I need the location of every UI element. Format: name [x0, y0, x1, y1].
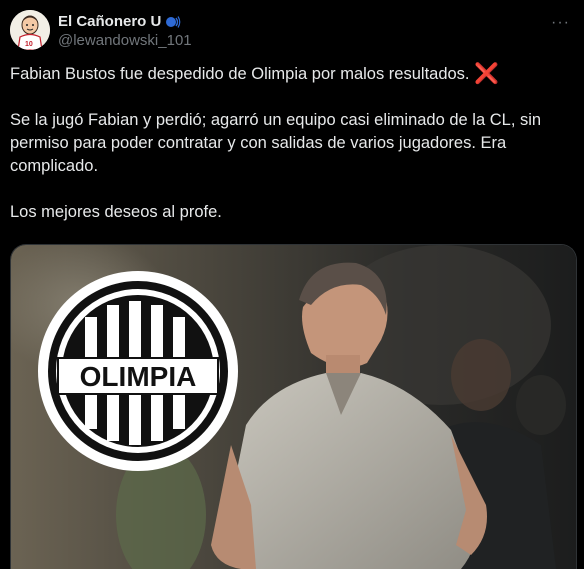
tweet-header: 10 El Cañonero U @lewandowski_101 ···: [10, 10, 574, 54]
author-display-name[interactable]: El Cañonero U: [58, 12, 192, 31]
tweet-paragraph-3: Los mejores deseos al profe.: [10, 203, 222, 221]
logo-text: OLIMPIA: [80, 361, 197, 392]
speaking-head-icon: [166, 15, 181, 28]
author-avatar[interactable]: 10: [10, 10, 50, 50]
tweet-text: Fabian Bustos fue despedido de Olimpia p…: [10, 63, 575, 224]
tweet-line-1: Fabian Bustos fue despedido de Olimpia p…: [10, 63, 575, 86]
media-photo: OLIMPIA: [11, 245, 576, 569]
more-horizontal-icon[interactable]: ···: [551, 14, 570, 32]
cartoon-player-avatar-icon: 10: [10, 10, 50, 50]
display-name-text: El Cañonero U: [58, 13, 162, 30]
olimpia-club-crest-icon: OLIMPIA: [38, 271, 238, 471]
tweet-line-1-text: Fabian Bustos fue despedido de Olimpia p…: [10, 65, 470, 83]
author-handle[interactable]: @lewandowski_101: [58, 31, 192, 51]
tweet-media-image[interactable]: OLIMPIA: [10, 244, 577, 569]
cross-mark-icon: ❌: [474, 63, 500, 85]
tweet-paragraph-2: Se la jugó Fabian y perdió; agarró un eq…: [10, 111, 542, 175]
svg-text:10: 10: [25, 41, 33, 48]
